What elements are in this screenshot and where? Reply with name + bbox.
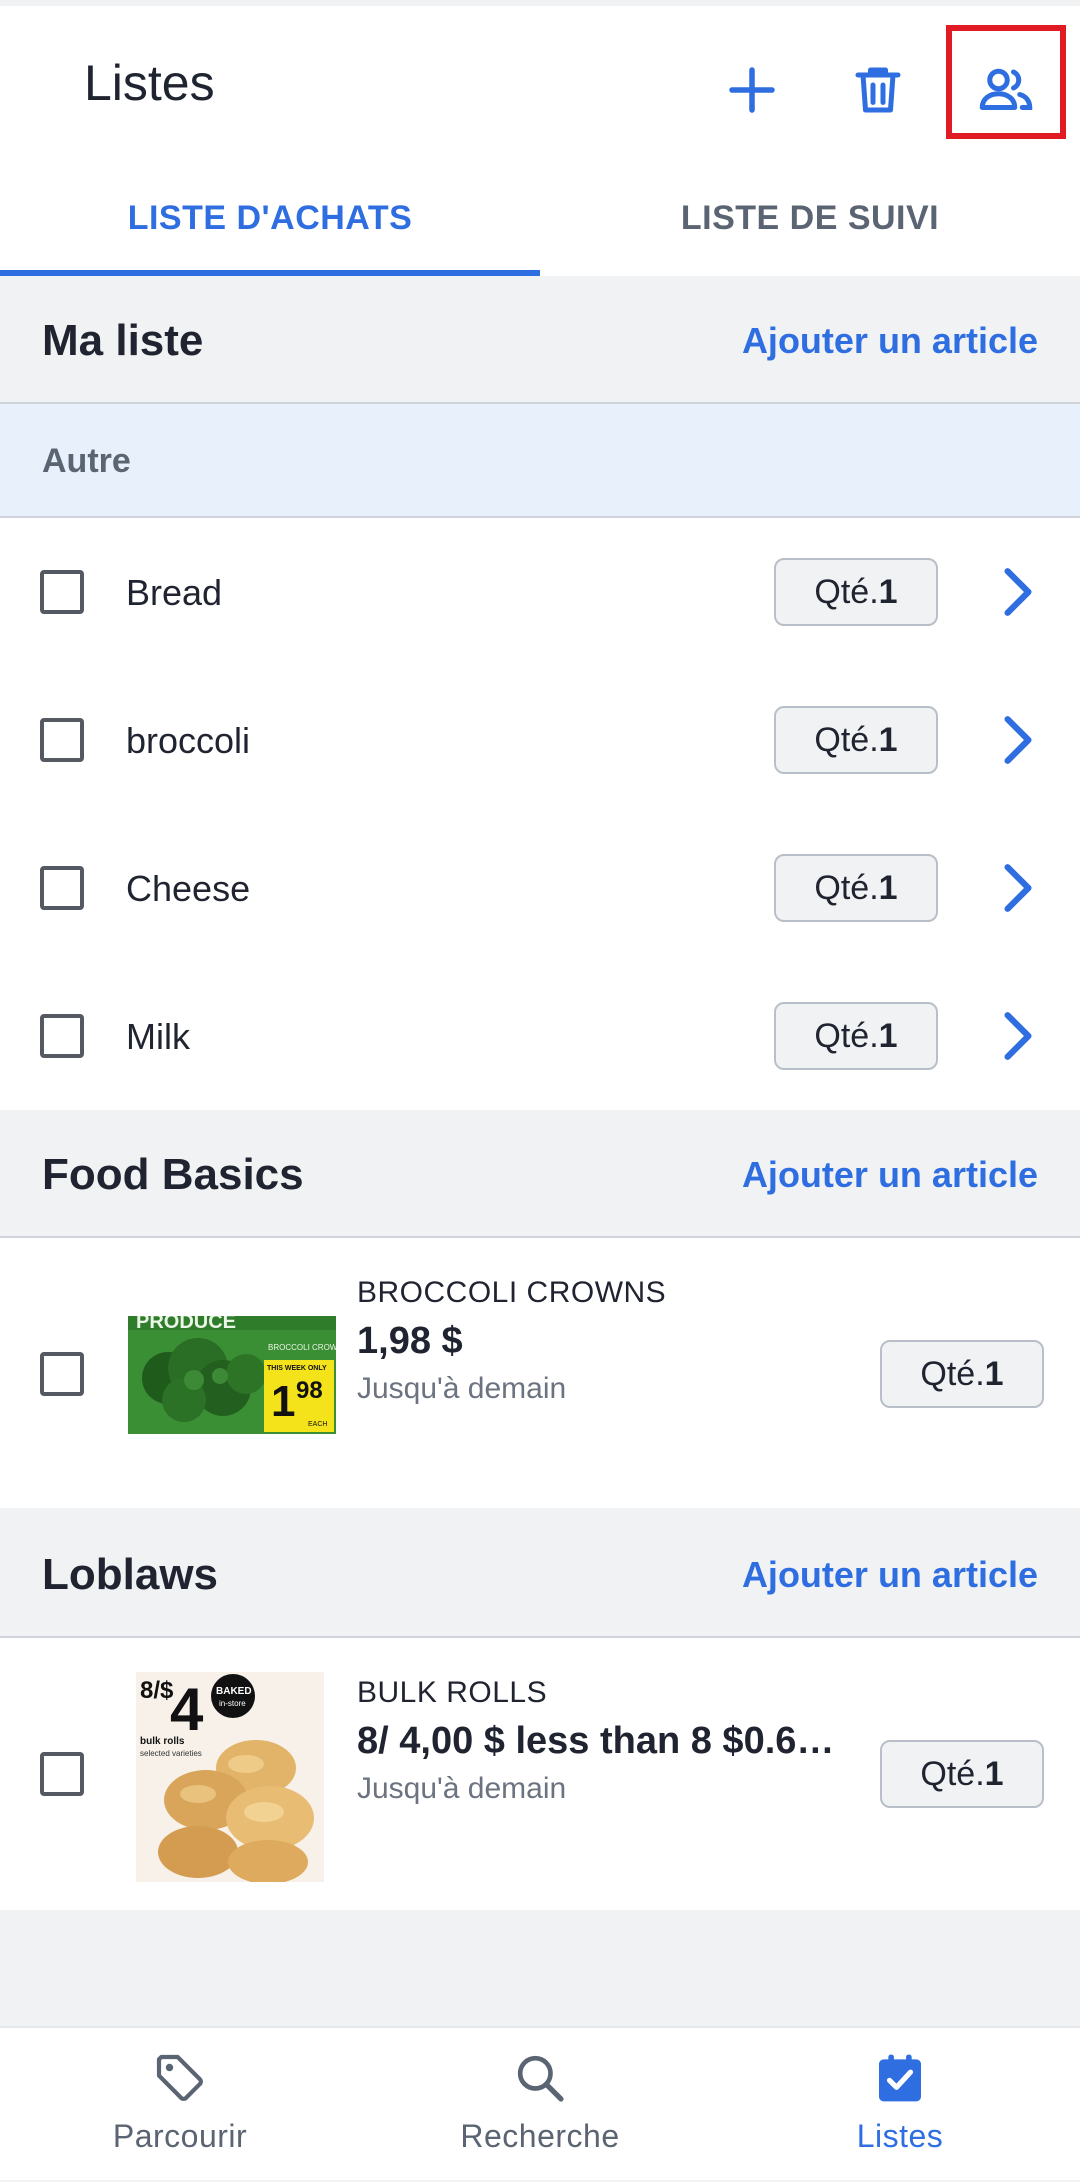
nav-item-browse[interactable]: Parcourir [0,2028,360,2182]
checklist-icon [879,2054,921,2102]
nav-item-search[interactable]: Recherche [360,2028,720,2182]
my-list-items: Bread Qté. 1 broccoli Qté. 1 Cheese Qté. 1 … [0,518,1080,1110]
trash-icon [855,67,901,113]
list-item[interactable]: broccoli Qté. 1 [0,666,1080,814]
qty-value: 1 [984,1354,1004,1393]
image-badge-line1: BAKED [216,1686,252,1697]
highlight-box [946,25,1066,139]
bottom-navigation: Parcourir Recherche Listes [0,2026,1080,2180]
list-item[interactable]: Bread Qté. 1 [0,518,1080,666]
item-checkbox[interactable] [40,718,84,762]
item-name: Cheese [126,868,251,909]
product-image: 8/$ 4 BAKED in-store bulk rolls selected… [136,1672,324,1882]
section-header-food-basics: Food Basics Ajouter un article [0,1110,1080,1238]
quantity-button[interactable]: Qté. 1 [774,854,938,922]
add-item-link[interactable]: Ajouter un article [742,1554,1038,1596]
tag-icon [156,2054,203,2101]
search-icon [517,2055,564,2102]
qty-value: 1 [878,868,898,907]
qty-value: 1 [878,572,898,611]
item-name: Milk [126,1016,190,1057]
tab-bar: LISTE D'ACHATS LISTE DE SUIVI [0,160,1080,276]
image-caption: bulk rolls [140,1736,185,1747]
broccoli-image: PRODUCE BROCCOLI CROWNS THIS WEEK ONLY 1… [128,1316,336,1434]
deal-price: 8/ 4,00 $ less than 8 $0.69 ea. [357,1720,843,1762]
chevron-right-icon[interactable] [1000,566,1036,618]
deal-item[interactable]: 8/$ 4 BAKED in-store bulk rolls selected… [0,1638,1080,1910]
qty-label: Qté. [920,1754,985,1793]
item-name: Bread [126,572,223,613]
plus-icon [729,67,775,113]
qty-value: 1 [878,1016,898,1055]
image-promo: 8/$ [140,1677,174,1704]
section-title: Loblaws [42,1550,219,1599]
deal-name: BULK ROLLS [357,1676,548,1709]
chevron-right-icon[interactable] [1000,714,1036,766]
chevron-right-icon[interactable] [1000,862,1036,914]
deal-name: BROCCOLI CROWNS [357,1276,667,1309]
nav-item-lists[interactable]: Listes [720,2028,1080,2182]
list-item[interactable]: Cheese Qté. 1 [0,814,1080,962]
nav-label: Parcourir [112,2118,248,2154]
item-checkbox[interactable] [40,1352,84,1396]
qty-label: Qté. [920,1354,985,1393]
item-checkbox[interactable] [40,866,84,910]
image-tag-cents: 98 [296,1377,323,1404]
qty-label: Qté. [814,720,879,759]
add-item-link[interactable]: Ajouter un article [742,320,1038,362]
nav-label: Listes [856,2118,944,2154]
chevron-right-icon[interactable] [1000,1010,1036,1062]
group-title: Autre [42,442,131,480]
image-tag-unit: EACH [308,1421,327,1428]
image-promo-big: 4 [170,1676,204,1743]
nav-label: Recherche [460,2118,620,2154]
delete-list-button[interactable] [830,42,926,138]
image-banner-text: PRODUCE [136,1316,236,1333]
quantity-button[interactable]: Qté. 1 [774,558,938,626]
page-title: Listes [84,55,215,111]
item-checkbox[interactable] [40,1014,84,1058]
top-app-bar: Listes [0,0,1080,160]
section-title: Food Basics [42,1150,304,1199]
rolls-image: 8/$ 4 BAKED in-store bulk rolls selected… [136,1672,324,1882]
item-checkbox[interactable] [40,570,84,614]
quantity-button[interactable]: Qté. 1 [774,1002,938,1070]
deal-validity: Jusqu'à demain [357,1772,567,1805]
section-header-my-list: Ma liste Ajouter un article [0,276,1080,404]
quantity-button[interactable]: Qté. 1 [774,706,938,774]
list-item[interactable]: Milk Qté. 1 [0,962,1080,1110]
deal-validity: Jusqu'à demain [357,1372,567,1405]
qty-value: 1 [984,1754,1004,1793]
image-badge-line2: in-store [219,1699,246,1708]
add-item-link[interactable]: Ajouter un article [742,1154,1038,1196]
qty-label: Qté. [814,868,879,907]
item-checkbox[interactable] [40,1752,84,1796]
group-header-other: Autre [0,404,1080,518]
image-tag-top: THIS WEEK ONLY [267,1365,327,1372]
image-sub: selected varieties [140,1749,202,1758]
add-list-button[interactable] [704,42,800,138]
quantity-button[interactable]: Qté. 1 [880,1740,1044,1808]
qty-label: Qté. [814,572,879,611]
qty-label: Qté. [814,1016,879,1055]
tab-shopping-list[interactable]: LISTE D'ACHATS [0,160,540,276]
image-tag-price: 1 [271,1377,295,1426]
quantity-button[interactable]: Qté. 1 [880,1340,1044,1408]
section-header-loblaws: Loblaws Ajouter un article [0,1508,1080,1638]
qty-value: 1 [878,720,898,759]
item-name: broccoli [126,720,251,761]
tab-watch-list[interactable]: LISTE DE SUIVI [540,160,1080,276]
deal-price: 1,98 $ [357,1320,463,1362]
product-image: PRODUCE BROCCOLI CROWNS THIS WEEK ONLY 1… [128,1316,336,1434]
deal-item[interactable]: PRODUCE BROCCOLI CROWNS THIS WEEK ONLY 1… [0,1238,1080,1508]
image-caption: BROCCOLI CROWNS [268,1343,336,1352]
section-title: Ma liste [42,316,204,365]
